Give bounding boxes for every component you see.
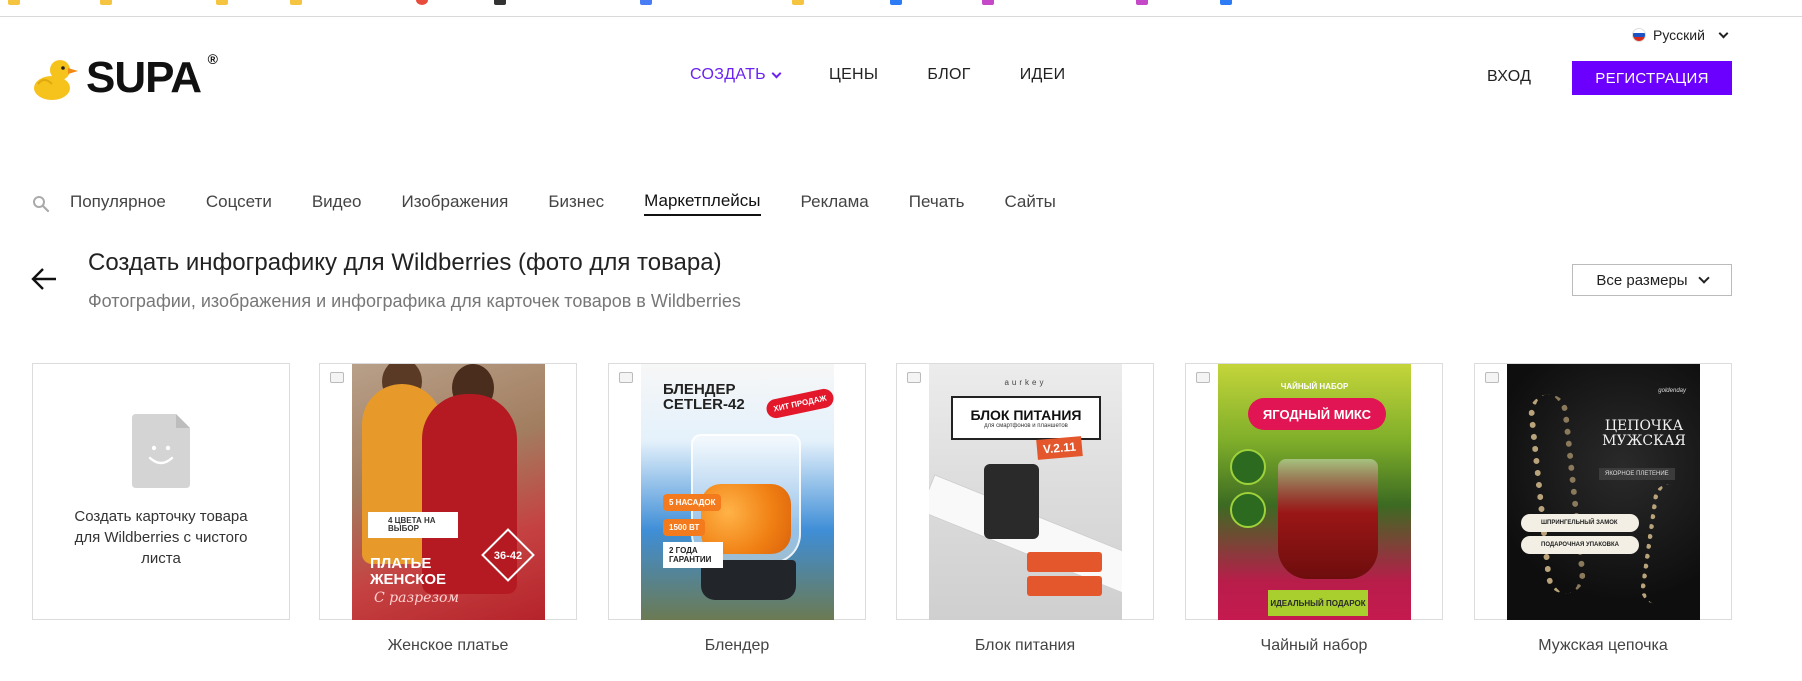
template-card[interactable]: БЛЕНДЕР CETLER-42 ХИТ ПРОДАЖ 5 НАСАДОК 1… bbox=[608, 363, 866, 620]
nav-prices[interactable]: ЦЕНЫ bbox=[829, 66, 878, 84]
preview-version: V.2.11 bbox=[1036, 436, 1083, 460]
nav-ideas[interactable]: ИДЕИ bbox=[1020, 66, 1066, 84]
preview-brand: aurkey bbox=[1004, 378, 1047, 387]
search-icon[interactable] bbox=[32, 195, 50, 213]
main-nav: СОЗДАТЬ ЦЕНЫ БЛОГ ИДЕИ bbox=[690, 66, 1065, 84]
language-selector[interactable]: Русский bbox=[1632, 27, 1729, 43]
image-type-icon bbox=[1485, 372, 1499, 383]
bookmark-item[interactable] bbox=[416, 0, 428, 7]
create-blank-card[interactable]: Создать карточку товара для Wildberries … bbox=[32, 363, 290, 620]
preview-title: БЛОК ПИТАНИЯ bbox=[970, 407, 1082, 423]
preview-hit: ХИТ ПРОДАЖ bbox=[764, 387, 834, 420]
preview-title: ПЛАТЬЕ ЖЕНСКОЕ bbox=[370, 555, 447, 588]
tab-popular[interactable]: Популярное bbox=[70, 192, 166, 215]
tab-print[interactable]: Печать bbox=[909, 192, 965, 215]
image-type-icon bbox=[907, 372, 921, 383]
tab-business[interactable]: Бизнес bbox=[548, 192, 604, 215]
preview-tag: 4 ЦВЕТА НА ВЫБОР bbox=[368, 512, 458, 538]
tab-social[interactable]: Соцсети bbox=[206, 192, 272, 215]
bookmark-item[interactable] bbox=[100, 0, 112, 7]
logo-text: SUPA ® bbox=[86, 51, 218, 102]
preview-script: С разрезом bbox=[374, 590, 460, 606]
bookmarks-bar bbox=[0, 0, 1802, 17]
register-button[interactable]: РЕГИСТРАЦИЯ bbox=[1572, 61, 1732, 95]
bookmark-item[interactable] bbox=[1220, 0, 1232, 7]
image-type-icon bbox=[619, 372, 633, 383]
tab-video[interactable]: Видео bbox=[312, 192, 362, 215]
image-type-icon bbox=[1196, 372, 1210, 383]
template-preview: aurkey БЛОК ПИТАНИЯ для смартфонов и пла… bbox=[929, 364, 1122, 620]
bookmark-item[interactable] bbox=[290, 0, 302, 7]
bookmark-item[interactable] bbox=[982, 0, 994, 7]
back-arrow-icon[interactable] bbox=[30, 267, 58, 291]
template-card[interactable]: ЧАЙНЫЙ НАБОР ЯГОДНЫЙ МИКС ИДЕАЛЬНЫЙ ПОДА… bbox=[1185, 363, 1443, 620]
russia-flag-icon bbox=[1632, 28, 1646, 42]
chevron-down-icon bbox=[771, 68, 782, 78]
preview-feature: ШПРИНГЕЛЬНЫЙ ЗАМОК bbox=[1521, 514, 1639, 532]
template-preview: 4 ЦВЕТА НА ВЫБОР 36-42 ПЛАТЬЕ ЖЕНСКОЕ С … bbox=[352, 364, 545, 620]
preview-sub: ЯКОРНОЕ ПЛЕТЕНИЕ bbox=[1599, 468, 1675, 480]
template-caption[interactable]: Блендер bbox=[608, 637, 866, 655]
chevron-down-icon bbox=[1718, 28, 1729, 38]
template-caption[interactable]: Женское платье bbox=[319, 637, 577, 655]
tab-images[interactable]: Изображения bbox=[402, 192, 509, 215]
chevron-down-icon bbox=[1697, 272, 1710, 284]
bookmark-item[interactable] bbox=[216, 0, 228, 7]
template-card[interactable]: aurkey БЛОК ПИТАНИЯ для смартфонов и пла… bbox=[896, 363, 1154, 620]
preview-feature: 5 НАСАДОК bbox=[663, 494, 722, 511]
sizes-label: Все размеры bbox=[1596, 271, 1688, 289]
template-preview: БЛЕНДЕР CETLER-42 ХИТ ПРОДАЖ 5 НАСАДОК 1… bbox=[641, 364, 834, 620]
registered-mark: ® bbox=[207, 51, 218, 67]
preview-size: 36-42 bbox=[493, 550, 523, 562]
preview-gift: ИДЕАЛЬНЫЙ ПОДАРОК bbox=[1268, 590, 1368, 616]
nav-create[interactable]: СОЗДАТЬ bbox=[690, 66, 782, 84]
sizes-dropdown[interactable]: Все размеры bbox=[1572, 264, 1732, 296]
login-link[interactable]: ВХОД bbox=[1487, 68, 1531, 86]
nav-blog[interactable]: БЛОГ bbox=[927, 66, 970, 84]
bookmark-item[interactable] bbox=[640, 0, 652, 7]
template-caption[interactable]: Чайный набор bbox=[1185, 637, 1443, 655]
template-card[interactable]: 4 ЦВЕТА НА ВЫБОР 36-42 ПЛАТЬЕ ЖЕНСКОЕ С … bbox=[319, 363, 577, 620]
preview-title-box: БЛОК ПИТАНИЯ для смартфонов и планшетов bbox=[951, 396, 1101, 440]
preview-brand: goldenday bbox=[1658, 388, 1686, 394]
preview-top: ЧАЙНЫЙ НАБОР bbox=[1280, 382, 1349, 391]
preview-pill: ЯГОДНЫЙ МИКС bbox=[1248, 398, 1386, 430]
logo[interactable]: SUPA ® bbox=[30, 51, 218, 102]
preview-title: ЦЕПОЧКА МУЖСКАЯ bbox=[1602, 418, 1686, 449]
page-subtitle: Фотографии, изображения и инфографика дл… bbox=[88, 291, 741, 311]
create-blank-text: Создать карточку товара для Wildberries … bbox=[74, 508, 248, 567]
preview-subtitle: для смартфонов и планшетов bbox=[984, 423, 1068, 429]
template-caption[interactable]: Блок питания bbox=[896, 637, 1154, 655]
template-card[interactable]: goldenday ЦЕПОЧКА МУЖСКАЯ ЯКОРНОЕ ПЛЕТЕН… bbox=[1474, 363, 1732, 620]
bookmark-item[interactable] bbox=[8, 0, 20, 7]
bookmark-item[interactable] bbox=[494, 0, 506, 7]
preview-feature: 1500 ВТ bbox=[663, 519, 706, 536]
bookmark-item[interactable] bbox=[1136, 0, 1148, 7]
tab-marketplaces[interactable]: Маркетплейсы bbox=[644, 191, 761, 216]
blank-document-icon bbox=[132, 414, 190, 488]
template-caption[interactable]: Мужская цепочка bbox=[1474, 637, 1732, 655]
preview-guarantee: 2 ГОДА ГАРАНТИИ bbox=[663, 542, 723, 568]
template-preview: goldenday ЦЕПОЧКА МУЖСКАЯ ЯКОРНОЕ ПЛЕТЕН… bbox=[1507, 364, 1700, 620]
tab-sites[interactable]: Сайты bbox=[1004, 192, 1055, 215]
bookmark-item[interactable] bbox=[890, 0, 902, 7]
language-label: Русский bbox=[1653, 27, 1705, 43]
preview-title: БЛЕНДЕР CETLER-42 bbox=[663, 381, 745, 413]
template-preview: ЧАЙНЫЙ НАБОР ЯГОДНЫЙ МИКС ИДЕАЛЬНЫЙ ПОДА… bbox=[1218, 364, 1411, 620]
bookmark-item[interactable] bbox=[792, 0, 804, 7]
tab-ads[interactable]: Реклама bbox=[801, 192, 869, 215]
category-tabs: Популярное Соцсети Видео Изображения Биз… bbox=[32, 191, 1096, 216]
duck-logo-icon bbox=[34, 60, 78, 100]
page-title: Создать инфографику для Wildberries (фот… bbox=[88, 249, 722, 276]
image-type-icon bbox=[330, 372, 344, 383]
preview-feature: ПОДАРОЧНАЯ УПАКОВКА bbox=[1521, 536, 1639, 554]
